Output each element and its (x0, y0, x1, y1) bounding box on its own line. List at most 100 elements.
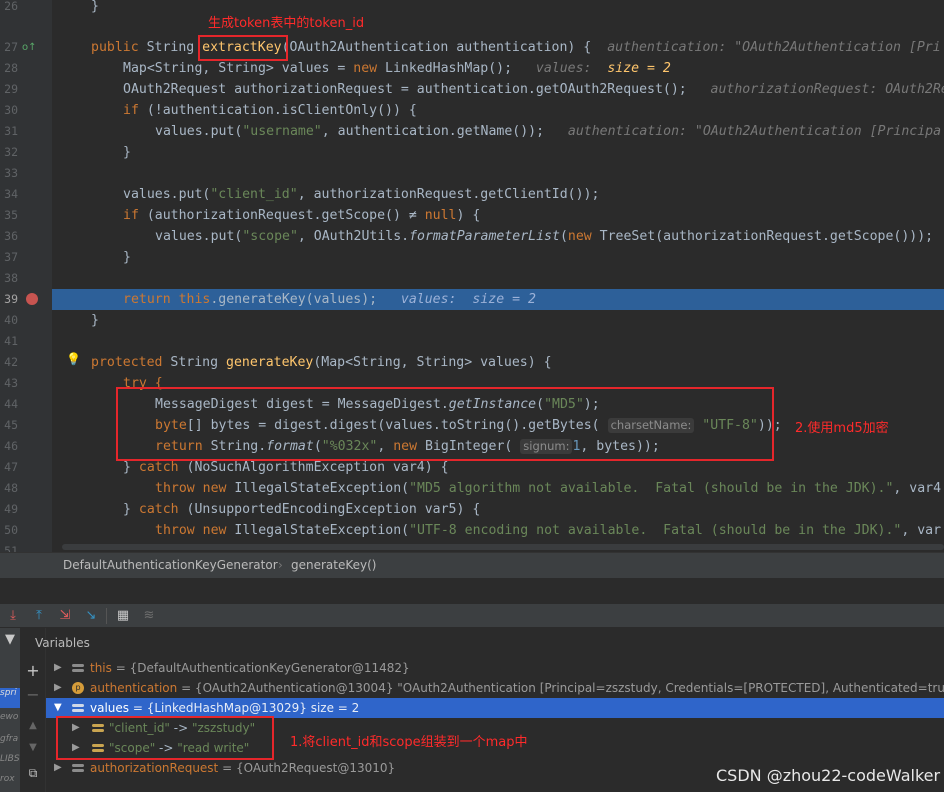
filter-icon[interactable]: ▼ (0, 632, 20, 648)
annotation-box-md5 (116, 387, 774, 461)
code-token: IllegalStateException( (226, 523, 410, 538)
move-up-icon[interactable]: ▲ (24, 720, 42, 734)
line-number: 46 (4, 439, 18, 453)
code-token: return (123, 292, 171, 307)
code-token: ( (559, 229, 568, 244)
code-token: null (424, 208, 457, 223)
code-token: throw new (155, 481, 227, 496)
step-out-icon[interactable]: ⤒ (30, 607, 48, 625)
code-token: } (123, 502, 139, 517)
line-number: 38 (4, 271, 18, 285)
variable-name: authentication (90, 681, 178, 695)
code-token: "username" (242, 124, 322, 139)
inline-debug-value: values: size = 2 (400, 292, 536, 307)
chevron-down-icon[interactable]: ▼ (54, 698, 64, 718)
inline-debug-value: authorizationRequest: OAuth2Re (710, 82, 944, 97)
frame-item[interactable]: gfra (0, 734, 20, 750)
copy-icon[interactable]: ⧉ (24, 766, 42, 782)
variable-row-authentication[interactable]: ▶ p authentication = {OAuth2Authenticati… (46, 678, 944, 698)
move-down-icon[interactable]: ▼ (24, 742, 42, 756)
line-number: 45 (4, 418, 18, 432)
panel-title: Variables (35, 636, 90, 650)
variable-name: authorizationRequest (90, 761, 219, 775)
line-number: 49 (4, 502, 18, 516)
code-line: values.put("scope", OAuth2Utils.formatPa… (155, 226, 933, 247)
frame-item[interactable]: LIBS (0, 754, 20, 770)
frame-item[interactable]: spri (0, 688, 20, 708)
breakpoint-icon[interactable] (26, 293, 38, 305)
debug-toolbar: ⤓ ⤒ ⇲ ↘ ▦ ≋ (0, 604, 944, 628)
code-token: String (138, 40, 203, 55)
line-number: 44 (4, 397, 18, 411)
frame-item[interactable]: ewo (0, 712, 20, 728)
horizontal-scrollbar[interactable] (62, 544, 944, 550)
code-token: , var4 (893, 481, 942, 496)
code-token: throw new (155, 523, 227, 538)
line-number: 28 (4, 61, 18, 75)
variable-row-values[interactable]: ▼ values = {LinkedHashMap@13029} size = … (46, 698, 944, 718)
variable-row-this[interactable]: ▶ this = {DefaultAuthenticationKeyGenera… (46, 658, 944, 678)
variable-value: = {DefaultAuthenticationKeyGenerator@114… (115, 661, 410, 675)
line-number: 26 (4, 0, 18, 13)
inline-debug-value: size = 2 (607, 61, 671, 76)
code-editor[interactable]: 26 27 28 29 30 31 32 33 34 35 36 37 38 3… (0, 0, 944, 552)
code-token: String (162, 355, 226, 370)
chevron-right-icon[interactable]: ▶ (54, 658, 64, 678)
evaluate-expression-icon[interactable]: ▦ (114, 607, 132, 625)
code-line: if (authorizationRequest.getScope() ≠ nu… (123, 205, 480, 226)
code-token: , var (901, 523, 942, 538)
field-icon (72, 709, 84, 712)
code-token: new (353, 61, 378, 76)
override-method-icon[interactable]: o↑ (22, 42, 37, 54)
field-icon (72, 664, 84, 667)
trace-stream-icon[interactable]: ≋ (140, 607, 158, 625)
line-number: 40 (4, 313, 18, 327)
code-token: , authorizationRequest.getClientId()); (297, 187, 600, 202)
code-token: protected (91, 355, 163, 370)
code-line: } (123, 250, 131, 265)
line-number: 34 (4, 187, 18, 201)
watermark: CSDN @zhou22-codeWalker (716, 766, 941, 785)
remove-watch-icon[interactable]: − (24, 686, 42, 704)
variable-name: this (90, 661, 112, 675)
code-token: values.put( (123, 187, 211, 202)
line-number: 41 (4, 334, 18, 348)
inline-debug-label: values: (535, 61, 592, 76)
code-token: (UnsupportedEncodingException var5) { (178, 502, 481, 517)
field-icon (72, 769, 84, 772)
code-token: "MD5 algorithm not available. Fatal (sho… (409, 481, 894, 496)
code-token: values.put( (155, 124, 243, 139)
breadcrumb-method[interactable]: generateKey() (291, 558, 376, 572)
force-step-into-icon[interactable]: ⇲ (56, 607, 74, 625)
frame-item[interactable]: rox (0, 774, 20, 790)
code-token: this (178, 292, 211, 307)
lightbulb-icon[interactable]: 💡 (66, 352, 81, 366)
inline-debug-value: authentication: "OAuth2Authentication [P… (607, 40, 941, 55)
line-number: 33 (4, 166, 18, 180)
code-token: generateKey (226, 355, 314, 370)
line-number: 35 (4, 208, 18, 222)
divider (0, 578, 944, 604)
code-token: (authorizationRequest.getScope() ≠ (138, 208, 425, 223)
code-token: if (123, 208, 139, 223)
add-watch-icon[interactable]: + (24, 662, 42, 680)
chevron-right-icon[interactable]: ▶ (54, 758, 64, 778)
chevron-right-icon[interactable]: ▶ (54, 678, 64, 698)
run-to-cursor-icon[interactable]: ↘ (82, 607, 100, 625)
line-number: 36 (4, 229, 18, 243)
code-token: TreeSet(authorizationRequest.getScope())… (591, 229, 934, 244)
line-number: 30 (4, 103, 18, 117)
code-token: if (123, 103, 139, 118)
field-icon (72, 704, 84, 707)
step-into-icon[interactable]: ⤓ (4, 607, 22, 625)
variables-panel: ▼ spri ewo gfra LIBS rox + − ▲ ▼ ⧉ Varia… (0, 628, 944, 792)
breadcrumb-class[interactable]: DefaultAuthenticationKeyGenerator (63, 558, 278, 572)
code-token: new (567, 229, 592, 244)
code-token: } (123, 460, 139, 475)
field-icon (72, 764, 84, 767)
code-token: (Map<String, String> values) { (313, 355, 552, 370)
code-token: Map<String, String> values = (123, 61, 354, 76)
code-token: public (91, 40, 139, 55)
code-token: values.put( (155, 229, 243, 244)
line-number: 47 (4, 460, 18, 474)
